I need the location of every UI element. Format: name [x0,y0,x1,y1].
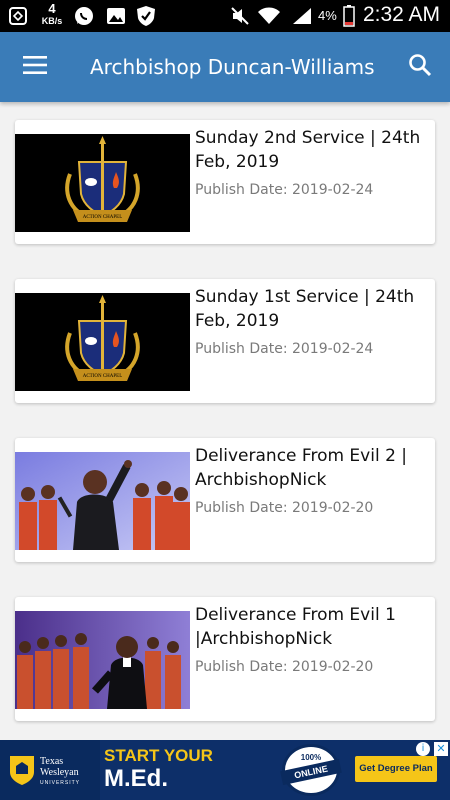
video-card[interactable]: Deliverance From Evil 1 |ArchbishopNick … [15,597,435,721]
signal-icon [290,5,314,27]
ad-headline-line1: START YOUR [104,746,213,765]
action-chapel-logo: ACTION CHAPEL [15,293,190,391]
svg-text:ACTION CHAPEL: ACTION CHAPEL [83,215,123,220]
video-title: Deliverance From Evil 1 |ArchbishopNick [195,605,396,649]
network-speed-unit: KB/s [41,16,63,26]
app-title: Archbishop Duncan-Williams [90,55,375,79]
video-thumbnail: ACTION CHAPEL [15,293,190,391]
video-title: Sunday 2nd Service | 24th Feb, 2019 [195,128,421,172]
ad-banner[interactable]: Texas Wesleyan UNIVERSITY START YOUR M.E… [0,740,450,800]
video-card[interactable]: Deliverance From Evil 2 | ArchbishopNick… [15,438,435,562]
network-speed-value: 4 [48,1,56,16]
ad-university-sub: UNIVERSITY [40,780,81,786]
video-title: Sunday 1st Service | 24th Feb, 2019 [195,287,415,331]
network-speed: 4 KB/s [40,2,64,27]
publish-date: Publish Date: 2019-02-20 [195,659,374,675]
video-thumbnail [15,452,190,550]
video-thumbnail [15,611,190,709]
app-bar: Archbishop Duncan-Williams [0,32,450,102]
preacher-with-choir-photo [15,611,190,709]
video-title: Deliverance From Evil 2 | ArchbishopNick [195,446,408,490]
video-thumbnail: ACTION CHAPEL [15,134,190,232]
notification-app-icon [6,5,30,27]
whatsapp-icon [72,5,96,27]
search-icon [408,53,432,81]
search-button[interactable] [398,46,442,88]
ad-headline-line2: M.Ed. [104,765,168,792]
publish-date: Publish Date: 2019-02-20 [195,500,374,516]
ad-info-icon[interactable]: i [416,742,430,756]
ad-university-logo-area: Texas Wesleyan UNIVERSITY [0,740,100,800]
ad-university-name: Texas Wesleyan [40,756,79,778]
university-crest-icon [8,754,36,790]
publish-date: Publish Date: 2019-02-24 [195,182,374,198]
ad-cta-button[interactable]: Get Degree Plan [355,756,437,782]
video-card[interactable]: ACTION CHAPEL Sunday 1st Service | 24th … [15,279,435,403]
ad-close-icon[interactable]: ✕ [434,742,448,756]
publish-date: Publish Date: 2019-02-24 [195,341,374,357]
action-chapel-logo: ACTION CHAPEL [15,134,190,232]
menu-button[interactable] [12,46,58,88]
mute-icon [228,5,252,27]
preacher-with-choir-photo [15,452,190,550]
ad-badge-main: ONLINE [280,758,342,786]
battery-icon [342,5,356,27]
hamburger-menu-icon [23,56,47,78]
wifi-icon [256,5,282,27]
status-bar: 4 KB/s 4% 2:32 AM [0,0,450,32]
svg-text:ACTION CHAPEL: ACTION CHAPEL [83,374,123,379]
shield-app-icon [134,5,158,27]
battery-percent: 4% [318,8,337,23]
gallery-icon [104,5,128,27]
clock: 2:32 AM [362,3,440,26]
video-card[interactable]: ACTION CHAPEL Sunday 2nd Service | 24th … [15,120,435,244]
ad-online-badge: 100% ONLINE [280,744,342,796]
